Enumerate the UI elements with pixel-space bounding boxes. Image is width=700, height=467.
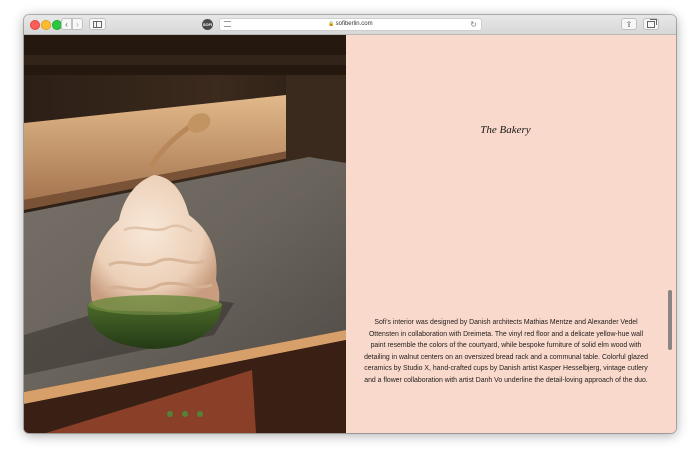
back-button[interactable]: ‹ <box>61 18 72 30</box>
url-text: sofiberlin.com <box>335 21 373 27</box>
site-favicon-button[interactable]: SOFI <box>202 19 213 30</box>
share-icon: ⇪ <box>625 19 633 29</box>
browser-toolbar: ‹ › SOFI 🔒sofiberlin.com ↻ ⇪ <box>24 15 676 35</box>
sidebar-icon <box>93 20 102 28</box>
tabs-icon <box>647 18 657 28</box>
address-bar[interactable]: 🔒sofiberlin.com ↻ <box>219 18 482 31</box>
dessert-image <box>24 35 346 433</box>
reload-icon[interactable]: ↻ <box>470 19 477 30</box>
minimize-window-button[interactable] <box>41 20 51 30</box>
close-window-button[interactable] <box>30 20 40 30</box>
forward-button[interactable]: › <box>72 18 83 30</box>
carousel-dot[interactable] <box>167 411 173 417</box>
browser-window: ‹ › SOFI 🔒sofiberlin.com ↻ ⇪ The Bakery … <box>24 15 676 433</box>
carousel-dot[interactable] <box>182 411 188 417</box>
lock-icon: 🔒 <box>328 21 335 27</box>
vertical-scrollbar[interactable] <box>665 35 676 433</box>
text-panel: The Bakery Sofi's interior was designed … <box>346 35 665 433</box>
scroll-thumb[interactable] <box>668 290 672 350</box>
page-content: The Bakery Sofi's interior was designed … <box>24 35 676 433</box>
sidebar-toggle-button[interactable] <box>89 18 106 30</box>
share-button[interactable]: ⇪ <box>621 18 637 30</box>
url-display: 🔒sofiberlin.com <box>220 19 481 30</box>
carousel-indicator <box>167 411 203 417</box>
carousel-dot[interactable] <box>197 411 203 417</box>
description-paragraph: Sofi's interior was designed by Danish a… <box>364 319 648 384</box>
show-tabs-button[interactable] <box>643 18 659 30</box>
site-favicon-label: SOFI <box>202 22 213 27</box>
chevron-right-icon: › <box>76 19 79 29</box>
bakery-photo[interactable] <box>24 35 346 433</box>
page-title: The Bakery <box>480 124 531 136</box>
chevron-left-icon: ‹ <box>65 19 68 29</box>
